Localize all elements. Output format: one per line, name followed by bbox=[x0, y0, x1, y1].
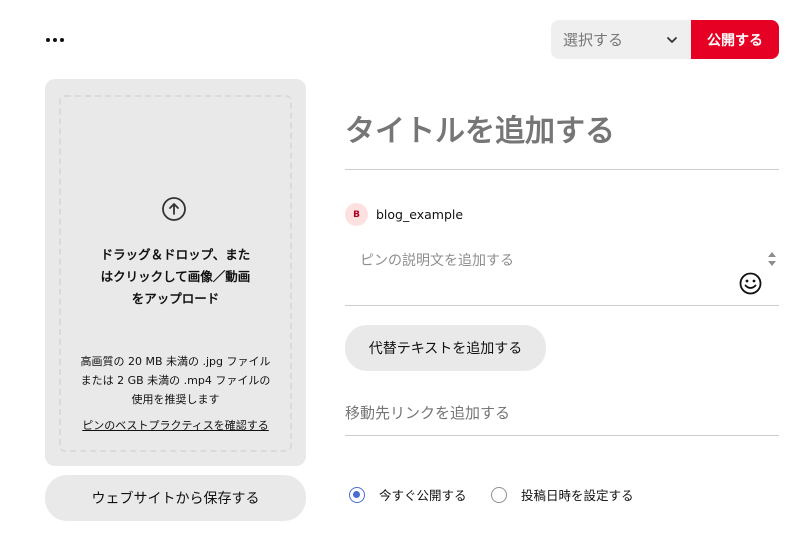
upload-instructions-line: をアップロード bbox=[131, 291, 220, 306]
destination-link-input[interactable]: 移動先リンクを追加する bbox=[345, 402, 779, 424]
more-options-button[interactable] bbox=[38, 26, 72, 54]
avatar: B bbox=[345, 203, 368, 226]
description-divider bbox=[345, 305, 779, 306]
resize-icon[interactable] bbox=[766, 249, 778, 269]
ellipsis-icon bbox=[45, 38, 66, 42]
publish-now-label: 今すぐ公開する bbox=[379, 488, 467, 503]
board-select-value: 選択する bbox=[563, 31, 624, 49]
title-input[interactable]: タイトルを追加する bbox=[345, 106, 779, 158]
upload-recommendation-line: 使用を推奨します bbox=[131, 393, 220, 406]
upload-recommendation: 高画質の 20 MB 未満の .jpg ファイル または 2 GB 未満の .m… bbox=[45, 352, 306, 409]
arrow-up-circle-icon bbox=[162, 197, 186, 221]
description-input[interactable]: ピンの説明文を追加する bbox=[360, 250, 720, 272]
radio-checked-icon[interactable] bbox=[349, 486, 365, 503]
radio-unchecked-icon[interactable] bbox=[491, 486, 507, 503]
board-select[interactable]: 選択する bbox=[551, 20, 691, 59]
link-divider bbox=[345, 435, 779, 436]
add-alt-text-button[interactable]: 代替テキストを追加する bbox=[345, 325, 546, 371]
emoji-icon[interactable] bbox=[739, 272, 762, 295]
upload-instructions: ドラッグ＆ドロップ、また はクリックして画像／動画 をアップロード bbox=[45, 244, 306, 310]
upload-recommendation-line: 高画質の 20 MB 未満の .jpg ファイル bbox=[80, 355, 271, 368]
schedule-label: 投稿日時を設定する bbox=[521, 488, 634, 503]
best-practices-link[interactable]: ピンのベストプラクティスを確認する bbox=[45, 417, 306, 433]
schedule-option[interactable]: 投稿日時を設定する bbox=[491, 485, 634, 504]
save-from-website-button[interactable]: ウェブサイトから保存する bbox=[45, 475, 306, 521]
upload-instructions-line: はクリックして画像／動画 bbox=[100, 269, 251, 284]
chevron-down-icon bbox=[667, 36, 677, 43]
publish-button[interactable]: 公開する bbox=[691, 20, 779, 59]
title-divider bbox=[345, 169, 779, 170]
publish-now-option[interactable]: 今すぐ公開する bbox=[349, 485, 467, 504]
upload-instructions-line: ドラッグ＆ドロップ、また bbox=[100, 247, 251, 262]
username: blog_example bbox=[376, 207, 464, 222]
upload-recommendation-line: または 2 GB 未満の .mp4 ファイルの bbox=[80, 374, 271, 387]
